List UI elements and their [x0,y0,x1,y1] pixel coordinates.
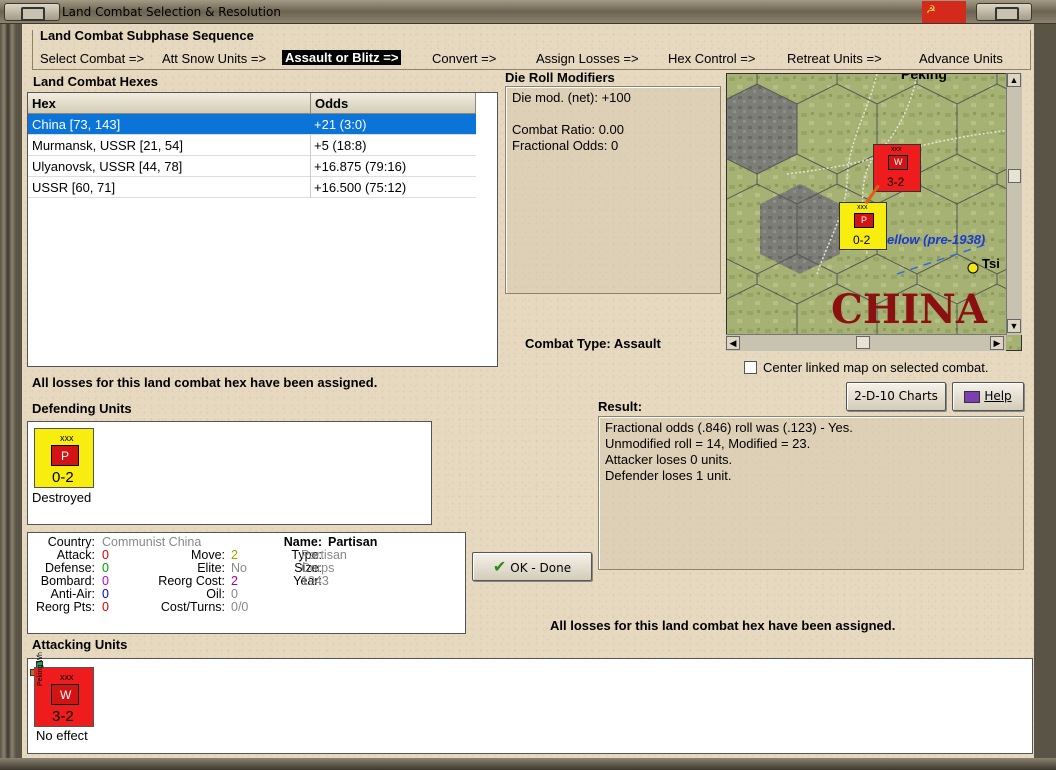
losses-assigned-message: All losses for this land combat hex have… [550,618,896,633]
window-title: Land Combat Selection & Resolution [62,5,281,19]
help-button[interactable]: Help [952,382,1024,411]
scroll-thumb[interactable] [856,336,870,349]
info-year: 1943 [301,574,329,588]
map-horizontal-scrollbar[interactable]: ◀ ▶ [726,334,1006,351]
step-assault-or-blitz: Assault or Blitz => [282,50,402,65]
map-top-label: Peking [901,73,947,82]
land-combat-hexes-title: Land Combat Hexes [33,74,158,89]
info-name: Partisan [328,535,378,549]
die-roll-modifiers-box: Die mod. (net): +100 Combat Ratio: 0.00 … [505,86,721,294]
step-select-combat: Select Combat => [40,51,145,66]
info-defense: 0 [102,561,109,575]
attacker-status: No effect [36,728,88,743]
table-row[interactable]: China [73, 143] +21 (3:0) [28,114,476,135]
info-antiair: 0 [102,587,109,601]
map-vertical-scrollbar[interactable]: ▲ ▼ [1006,73,1022,335]
center-map-checkbox[interactable] [744,361,757,374]
combat-type-value: Assault [613,336,661,351]
odds-cell: +5 (18:8) [314,138,367,153]
window-restore-button[interactable] [976,3,1032,21]
odds-cell: +16.500 (75:12) [314,180,407,195]
scroll-up-icon[interactable]: ▲ [1007,73,1021,87]
column-header-hex[interactable]: Hex [28,93,311,114]
step-assign-losses: Assign Losses => [536,51,639,66]
combat-hexes-table: Hex Odds China [73, 143] +21 (3:0) Murma… [27,92,498,367]
drm-combat-ratio: Combat Ratio: 0.00 [512,122,625,137]
title-bar[interactable]: Land Combat Selection & Resolution ☭ [0,0,1056,24]
attacking-units-title: Attacking Units [32,637,128,652]
soviet-flag-icon: ☭ [922,1,966,23]
result-title: Result: [598,399,643,414]
attacking-units-box: xxx W Peking Wh 3-2 No effect [27,652,1033,754]
unit-symbol-icon: P [51,445,79,466]
attacker-unit-counter[interactable]: xxx W Peking Wh 3-2 [34,652,94,727]
unit-symbol-icon: W [888,155,908,170]
step-att-snow-units: Att Snow Units => [162,51,267,66]
info-country: Communist China [102,535,202,549]
table-row[interactable]: Ulyanovsk, USSR [44, 78] +16.875 (79:16) [28,156,476,177]
odds-cell: +16.875 (79:16) [314,159,407,174]
odds-cell: +21 (3:0) [314,117,367,132]
result-line: Unmodified roll = 14, Modified = 23. [605,436,811,451]
map-attacker-counter[interactable]: xxx W 3-2 [873,144,921,192]
map-region-label: CHINA [831,286,987,333]
result-box: Fractional odds (.846) roll was (.123) -… [598,416,1024,570]
step-hex-control: Hex Control => [668,51,756,66]
scroll-down-icon[interactable]: ▼ [1007,319,1021,333]
combat-type-label: Combat Type: [525,336,611,351]
unit-symbol-icon: W [51,684,79,705]
scroll-thumb[interactable] [1008,169,1021,183]
info-type: Partisan [301,548,347,562]
info-reorg-pts: 0 [102,600,109,614]
info-size: Corps [301,561,335,575]
hex-cell: Murmansk, USSR [21, 54] [32,138,183,153]
subphase-title: Land Combat Subphase Sequence [40,28,254,43]
result-line: Defender loses 1 unit. [605,468,732,483]
center-map-label[interactable]: Center linked map on selected combat. [763,360,988,375]
table-row[interactable]: USSR [60, 71] +16.500 (75:12) [28,177,476,198]
window-menu-button[interactable] [4,3,60,21]
checkmark-icon: ✔ [492,557,507,576]
column-header-odds[interactable]: Odds [311,93,476,114]
unit-symbol-icon: P [854,213,874,228]
linked-map[interactable]: Peking ellow (pre-1938) Tsi CHINA xxx W … [726,73,1022,351]
defender-status: Destroyed [32,490,92,505]
info-bombard: 0 [102,574,109,588]
combat-type: Combat Type: Assault [525,336,661,351]
map-city-label: Tsi [982,256,1000,271]
info-move: 2 [231,548,238,562]
window-bottom-border [0,758,1056,770]
info-elite: No [231,561,247,575]
charts-button[interactable]: 2-D-10 Charts [846,382,946,411]
hex-cell: China [73, 143] [32,117,121,132]
die-roll-modifiers-title: Die Roll Modifiers [505,70,615,85]
unit-info-box: Country: Communist China Attack: 0 Defen… [27,532,466,634]
info-attack: 0 [102,548,109,562]
step-retreat-units: Retreat Units => [787,51,882,66]
info-cost-turns: 0/0 [231,600,249,614]
map-defender-counter[interactable]: xxx P 0-2 [839,202,887,250]
defender-unit-counter[interactable]: xxx P 0-2 [34,428,94,488]
drm-fractional-odds: Fractional Odds: 0 [512,138,619,153]
defending-units-box: xxx P 0-2 Destroyed [27,421,432,525]
info-oil: 0 [231,587,238,601]
step-advance-units: Advance Units [919,51,1003,66]
scroll-right-icon[interactable]: ▶ [990,336,1004,350]
info-reorg-cost: 2 [231,574,238,588]
scroll-left-icon[interactable]: ◀ [726,336,740,350]
losses-assigned-message: All losses for this land combat hex have… [32,375,378,390]
map-river-label: ellow (pre-1938) [887,232,986,247]
hex-cell: USSR [60, 71] [32,180,116,195]
result-line: Fractional odds (.846) roll was (.123) -… [605,420,853,435]
table-row[interactable]: Murmansk, USSR [21, 54] +5 (18:8) [28,135,476,156]
step-convert: Convert => [432,51,497,66]
hex-cell: Ulyanovsk, USSR [44, 78] [32,159,183,174]
ok-done-button[interactable]: ✔ OK - Done [472,552,592,581]
defending-units-title: Defending Units [32,401,132,416]
drm-net-mod: Die mod. (net): +100 [512,90,631,105]
result-line: Attacker loses 0 units. [605,452,733,467]
help-book-icon [964,390,981,403]
